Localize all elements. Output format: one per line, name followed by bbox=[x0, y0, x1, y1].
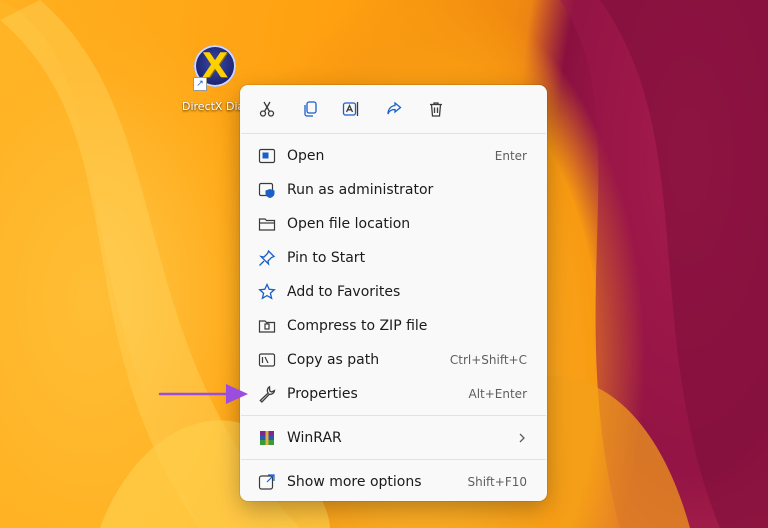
star-icon bbox=[258, 282, 276, 300]
context-menu: Open Enter Run as administrator Open fil… bbox=[240, 85, 547, 501]
desktop-icon-label: DirectX Diagnost bbox=[182, 100, 246, 113]
menu-item-label: Compress to ZIP file bbox=[287, 318, 428, 334]
context-menu-toolbar bbox=[240, 85, 547, 133]
menu-item-open[interactable]: Open Enter bbox=[244, 140, 543, 172]
wrench-icon bbox=[259, 385, 276, 403]
shortcut-arrow-icon: ↗ bbox=[193, 77, 207, 91]
menu-item-properties[interactable]: Properties Alt+Enter bbox=[244, 378, 543, 410]
menu-item-label: Open bbox=[287, 148, 325, 164]
menu-item-add-to-favorites[interactable]: Add to Favorites bbox=[244, 276, 543, 308]
menu-item-pin-to-start[interactable]: Pin to Start bbox=[244, 242, 543, 274]
rename-icon bbox=[342, 102, 359, 116]
zip-icon bbox=[258, 320, 276, 333]
menu-item-shortcut: Enter bbox=[494, 149, 527, 163]
folder-icon bbox=[258, 218, 276, 231]
copy-button[interactable] bbox=[296, 95, 324, 123]
menu-item-run-as-administrator[interactable]: Run as administrator bbox=[244, 174, 543, 206]
share-icon bbox=[387, 101, 402, 115]
cut-icon bbox=[259, 101, 275, 117]
menu-item-label: Show more options bbox=[287, 474, 422, 490]
share-button[interactable] bbox=[380, 95, 408, 123]
menu-item-label: Add to Favorites bbox=[287, 284, 401, 300]
menu-item-label: Pin to Start bbox=[287, 250, 366, 266]
more-options-icon bbox=[258, 474, 275, 490]
menu-item-show-more-options[interactable]: Show more options Shift+F10 bbox=[244, 466, 543, 498]
shield-icon bbox=[258, 182, 275, 198]
open-icon bbox=[258, 148, 276, 164]
delete-button[interactable] bbox=[422, 95, 450, 123]
chevron-right-icon bbox=[519, 433, 525, 443]
copy-icon bbox=[304, 101, 317, 117]
rename-button[interactable] bbox=[337, 95, 365, 123]
cut-button[interactable] bbox=[253, 95, 281, 123]
menu-item-label: Properties bbox=[287, 386, 358, 402]
menu-separator bbox=[241, 133, 546, 134]
winrar-icon bbox=[260, 431, 274, 445]
menu-item-compress-to-zip[interactable]: Compress to ZIP file bbox=[244, 310, 543, 342]
menu-item-open-file-location[interactable]: Open file location bbox=[244, 208, 543, 240]
menu-item-label: Open file location bbox=[287, 216, 411, 232]
menu-separator bbox=[241, 459, 546, 460]
annotation-arrow-icon bbox=[158, 384, 248, 404]
menu-item-shortcut: Alt+Enter bbox=[468, 387, 527, 401]
menu-item-copy-as-path[interactable]: Copy as path Ctrl+Shift+C bbox=[244, 344, 543, 376]
menu-item-shortcut: Ctrl+Shift+C bbox=[449, 353, 527, 367]
menu-item-label: Run as administrator bbox=[287, 182, 434, 198]
menu-item-shortcut: Shift+F10 bbox=[467, 475, 527, 489]
delete-icon bbox=[430, 102, 442, 117]
path-icon bbox=[258, 353, 276, 367]
menu-item-label: WinRAR bbox=[287, 430, 342, 446]
menu-item-label: Copy as path bbox=[287, 352, 380, 368]
menu-item-winrar[interactable]: WinRAR bbox=[244, 422, 543, 454]
pin-icon bbox=[259, 249, 276, 266]
menu-separator bbox=[241, 415, 546, 416]
